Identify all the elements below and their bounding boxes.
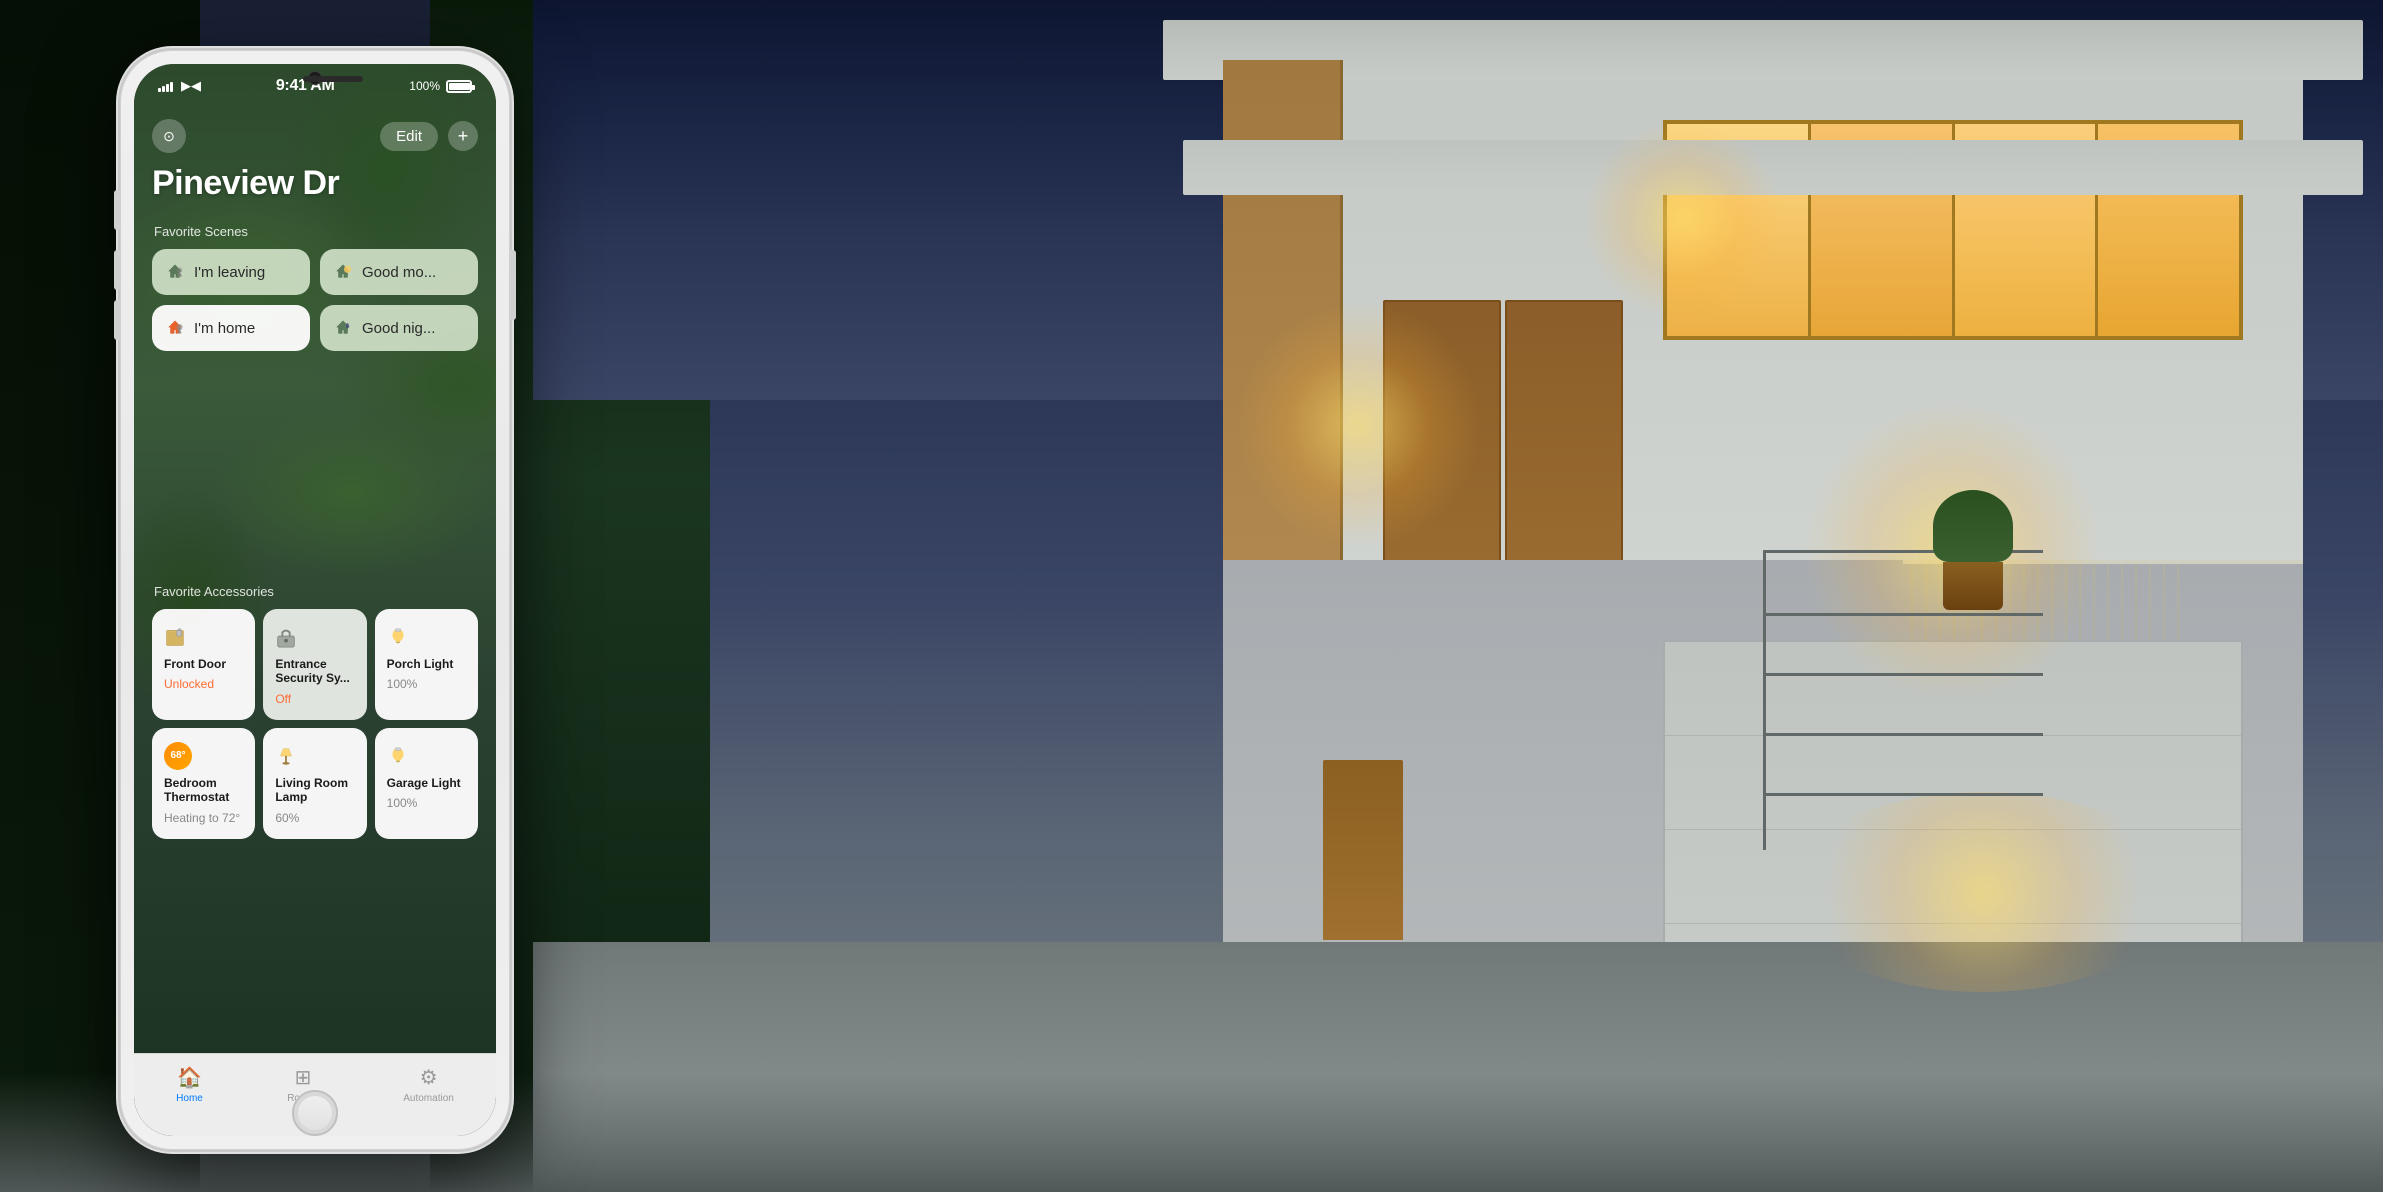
bedroom-thermostat-name: Bedroom Thermostat: [164, 776, 243, 805]
signal-bar-2: [162, 86, 165, 92]
entrance-security-icon: [275, 623, 354, 651]
accessory-bedroom-thermostat[interactable]: 68° Bedroom Thermostat Heating to 72°: [152, 728, 255, 839]
thermostat-badge: 68°: [164, 742, 192, 770]
living-room-lamp-status: 60%: [275, 811, 354, 825]
scenes-section: Favorite Scenes I'm leaving: [152, 224, 478, 351]
phone-device: ▶◀ 9:41 AM 100% ⊙ Edit +: [120, 50, 510, 1150]
roof-overhang: [1163, 20, 2363, 80]
bedroom-thermostat-status: Heating to 72°: [164, 811, 243, 825]
battery-label: 100%: [409, 79, 440, 93]
scene-card-morning[interactable]: Good mo...: [320, 249, 478, 295]
scene-card-home[interactable]: I'm home: [152, 305, 310, 351]
phone-frame: ▶◀ 9:41 AM 100% ⊙ Edit +: [120, 50, 510, 1150]
accessories-section: Favorite Accessories: [152, 584, 478, 839]
status-battery-area: 100%: [409, 79, 472, 93]
porch-light-name: Porch Light: [387, 657, 466, 671]
signal-bar-4: [170, 82, 173, 92]
front-door-status: Unlocked: [164, 677, 243, 691]
entrance-security-status: Off: [275, 692, 354, 706]
side-door: [1323, 760, 1403, 940]
edit-button[interactable]: Edit: [380, 122, 438, 151]
nav-rooms-icon: ⊞: [290, 1064, 316, 1090]
garage-light-name: Garage Light: [387, 776, 466, 790]
nav-automation[interactable]: ⚙ Automation: [403, 1064, 454, 1104]
scene-leaving-label: I'm leaving: [194, 264, 265, 281]
battery-icon: [446, 80, 472, 93]
phone-screen: ▶◀ 9:41 AM 100% ⊙ Edit +: [134, 64, 496, 1136]
location-button[interactable]: ⊙: [152, 119, 186, 153]
plus-icon: +: [458, 126, 469, 147]
front-door-name: Front Door: [164, 657, 243, 671]
scene-home-icon: [166, 319, 184, 337]
scene-home-label: I'm home: [194, 320, 255, 337]
wall-light-left: [1233, 300, 1483, 550]
porch-light-icon: [387, 623, 466, 651]
location-icon: ⊙: [163, 128, 175, 145]
porch-light-status: 100%: [387, 677, 466, 691]
front-door-icon: [164, 623, 243, 651]
wifi-icon: ▶◀: [181, 78, 201, 94]
scene-night-label: Good nig...: [362, 320, 435, 337]
phone-speaker: [303, 76, 363, 82]
scene-leaving-icon: [166, 263, 184, 281]
garage-light-icon: [387, 742, 466, 770]
add-button[interactable]: +: [448, 121, 478, 151]
status-bar: ▶◀ 9:41 AM 100%: [134, 64, 496, 108]
signal-bar-1: [158, 88, 161, 92]
nav-automation-icon: ⚙: [416, 1064, 442, 1090]
bedroom-thermostat-icon: 68°: [164, 742, 243, 770]
accessory-porch-light[interactable]: Porch Light 100%: [375, 609, 478, 720]
house-background: [533, 0, 2383, 1192]
accessory-entrance-security[interactable]: Entrance Security Sy... Off: [263, 609, 366, 720]
accessories-section-label: Favorite Accessories: [152, 584, 478, 599]
scene-night-icon: [334, 319, 352, 337]
living-room-lamp-name: Living Room Lamp: [275, 776, 354, 805]
signal-bars: [158, 80, 173, 92]
scenes-section-label: Favorite Scenes: [152, 224, 478, 239]
nav-home[interactable]: 🏠 Home: [176, 1064, 203, 1104]
scene-card-leaving[interactable]: I'm leaving: [152, 249, 310, 295]
scene-morning-icon: [334, 263, 352, 281]
signal-bar-3: [166, 84, 169, 92]
entrance-security-name: Entrance Security Sy...: [275, 657, 354, 686]
garage-light-status: 100%: [387, 796, 466, 810]
phone-home-button[interactable]: [292, 1090, 338, 1136]
overhang-light: [1583, 120, 1783, 320]
living-room-lamp-icon: [275, 742, 354, 770]
nav-home-icon: 🏠: [177, 1064, 203, 1090]
home-title: Pineview Dr: [152, 164, 339, 203]
battery-fill: [449, 83, 470, 90]
scene-card-night[interactable]: Good nig...: [320, 305, 478, 351]
plant-pot: [1933, 490, 2013, 610]
status-signal: ▶◀: [158, 78, 201, 94]
nav-automation-label: Automation: [403, 1093, 454, 1104]
nav-home-label: Home: [176, 1093, 203, 1104]
scenes-grid: I'm leaving Good mo...: [152, 249, 478, 351]
accessory-living-room-lamp[interactable]: Living Room Lamp 60%: [263, 728, 366, 839]
scene-morning-label: Good mo...: [362, 264, 436, 281]
top-navigation: ⊙ Edit +: [134, 108, 496, 164]
accessories-grid: Front Door Unlocked Entrance Securi: [152, 609, 478, 839]
accessory-garage-light[interactable]: Garage Light 100%: [375, 728, 478, 839]
accessory-front-door[interactable]: Front Door Unlocked: [152, 609, 255, 720]
nav-right-buttons: Edit +: [380, 121, 478, 151]
